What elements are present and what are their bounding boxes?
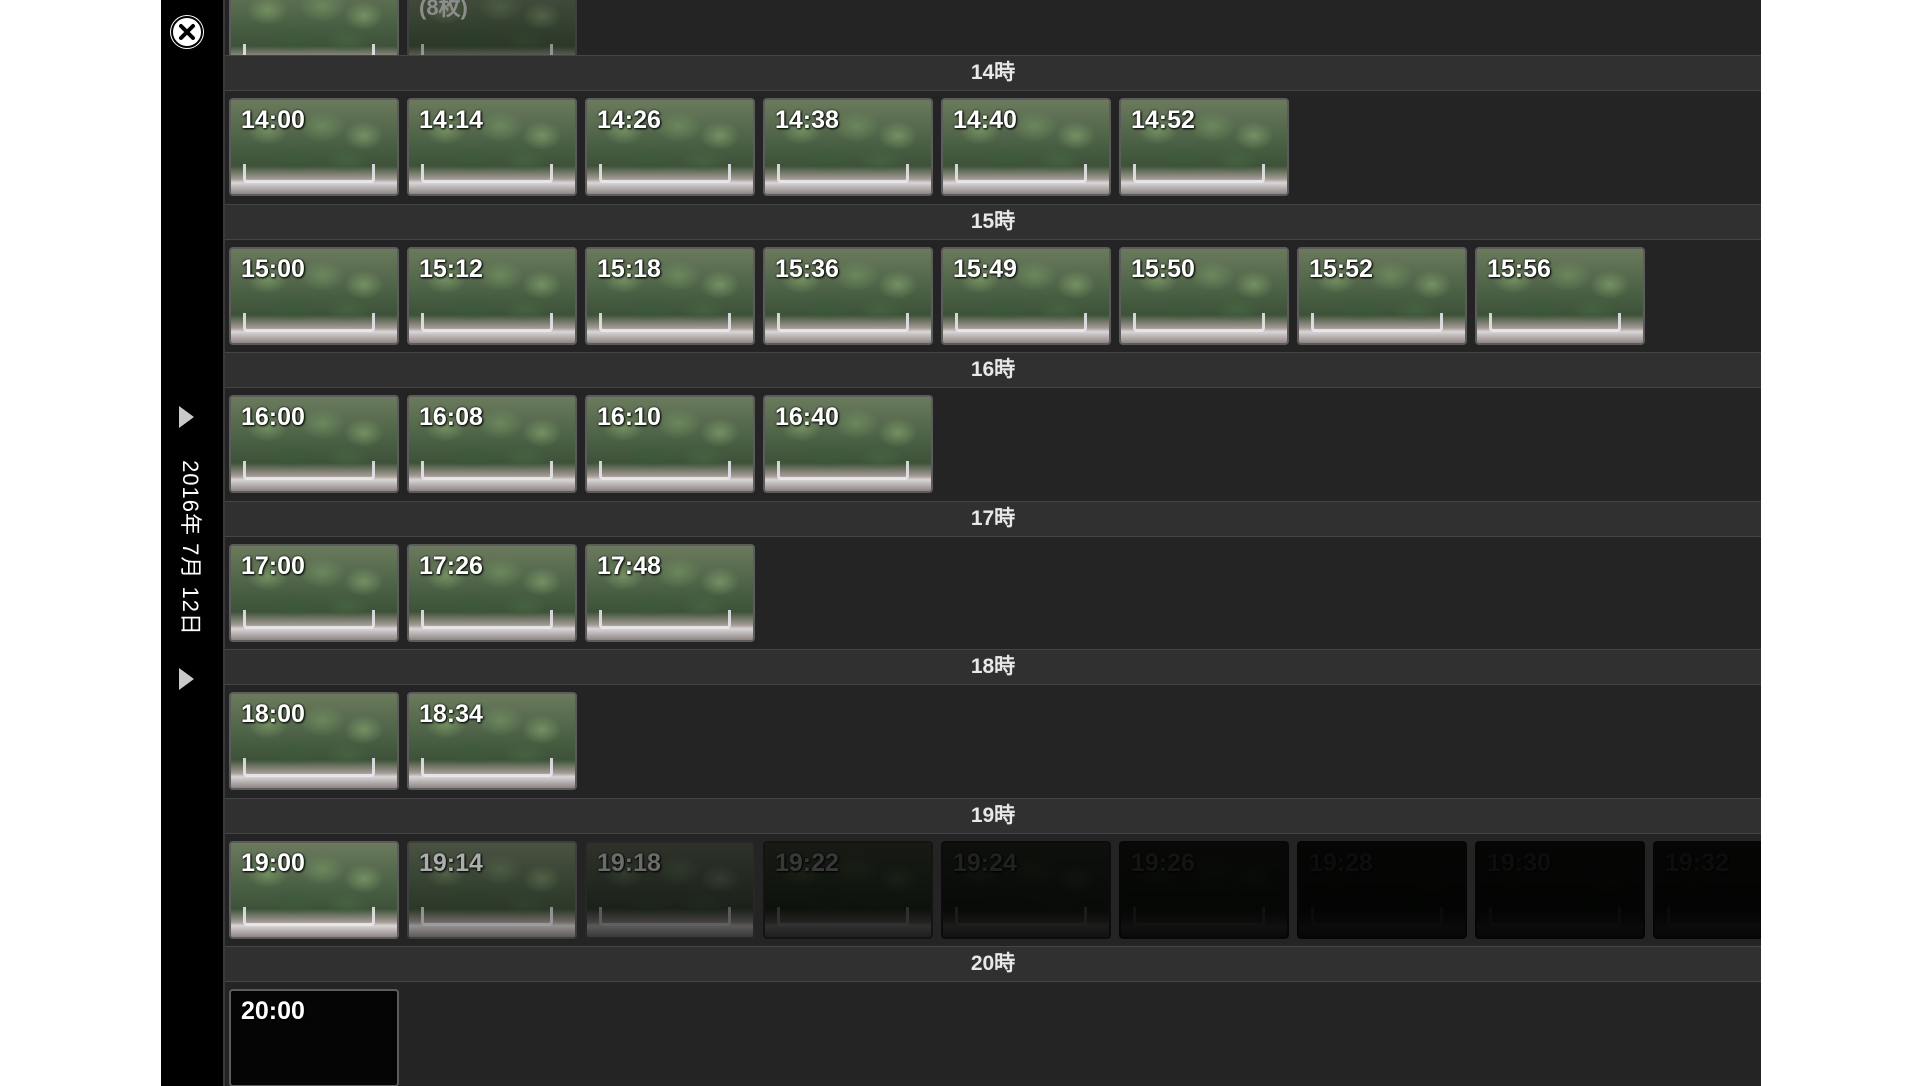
photo-time-label: 15:18 [597,255,661,283]
hour-header: 18時 [225,649,1761,685]
photo-thumbnail[interactable]: 15:50 [1119,247,1289,345]
photo-time-label: 19:32 [1665,849,1729,877]
photo-thumbnail[interactable]: 17:00 [229,544,399,642]
photo-thumbnail[interactable]: 14:38 [763,98,933,196]
photo-thumbnail[interactable]: 18:34 [407,692,577,790]
photo-time-label: 15:00 [241,255,305,283]
photo-time-label: 14:52 [1131,106,1195,134]
photo-thumbnail[interactable]: 17:48 [585,544,755,642]
sidebar: 2016年 7月 12日 [161,0,223,1086]
photo-thumbnail[interactable]: 14:52 [1119,98,1289,196]
photo-time-label: 15:56 [1487,255,1551,283]
photo-time-label: 17:00 [241,552,305,580]
hour-header: 19時 [225,798,1761,834]
photo-time-label: 14:40 [953,106,1017,134]
photo-thumbnail[interactable]: 18:00 [229,692,399,790]
photo-time-label: 20:00 [241,997,305,1025]
photo-time-label: 19:18 [597,849,661,877]
hour-header: 14時 [225,55,1761,91]
photo-thumbnail[interactable]: 19:14 [407,841,577,939]
photo-time-label: 14:00 [241,106,305,134]
photo-thumbnail[interactable]: 16:00 [229,395,399,493]
photo-thumbnail[interactable]: 19:18 [585,841,755,939]
photo-thumbnail[interactable]: 19:22 [763,841,933,939]
photo-thumbnail[interactable]: 15:49 [941,247,1111,345]
photo-time-label: 15:36 [775,255,839,283]
timeline-content[interactable]: (8枚) 14時 14:00 14:14 14:26 14:38 14:40 14:52 15… [223,0,1761,1086]
photo-time-label: 16:00 [241,403,305,431]
photo-time-label: 19:26 [1131,849,1195,877]
date-label: 2016年 7月 12日 [178,460,203,636]
close-button[interactable] [170,15,204,49]
photo-thumbnail[interactable]: 16:10 [585,395,755,493]
photo-time-label: 14:38 [775,106,839,134]
photo-time-label: 14:26 [597,106,661,134]
photo-time-label: 19:28 [1309,849,1373,877]
photo-thumbnail[interactable]: 15:12 [407,247,577,345]
hour-header: 15時 [225,204,1761,240]
more-count-label: (8枚) [419,0,468,20]
photo-thumbnail[interactable]: 19:24 [941,841,1111,939]
prev-day-arrow-icon[interactable] [179,406,194,428]
photo-time-label: 16:08 [419,403,483,431]
photo-thumbnail[interactable]: 14:40 [941,98,1111,196]
photo-thumbnail[interactable]: 15:00 [229,247,399,345]
photo-thumbnail[interactable]: 15:56 [1475,247,1645,345]
photo-time-label: 19:14 [419,849,483,877]
photo-thumbnail[interactable]: 20:00 [229,989,399,1086]
hour-header: 16時 [225,352,1761,388]
photo-timeline-app: 2016年 7月 12日 (8枚) 14時 14:00 14:14 14:26 14:3… [161,0,1761,1086]
hour-header: 20時 [225,946,1761,982]
photo-thumbnail[interactable]: 14:14 [407,98,577,196]
photo-time-label: 15:12 [419,255,483,283]
photo-time-label: 18:34 [419,700,483,728]
photo-thumbnail[interactable]: 15:36 [763,247,933,345]
photo-time-label: 16:40 [775,403,839,431]
next-day-arrow-icon[interactable] [179,668,194,690]
photo-time-label: 17:48 [597,552,661,580]
hour-header: 17時 [225,501,1761,537]
photo-time-label: 15:52 [1309,255,1373,283]
photo-thumbnail[interactable]: 16:08 [407,395,577,493]
photo-time-label: 15:49 [953,255,1017,283]
photo-thumbnail[interactable]: 15:52 [1297,247,1467,345]
photo-thumbnail[interactable]: 19:30 [1475,841,1645,939]
photo-time-label: 17:26 [419,552,483,580]
photo-time-label: 19:24 [953,849,1017,877]
photo-thumbnail[interactable]: 15:18 [585,247,755,345]
photo-time-label: 19:22 [775,849,839,877]
photo-time-label: 16:10 [597,403,661,431]
photo-thumbnail[interactable]: 14:26 [585,98,755,196]
photo-thumbnail[interactable]: 19:32 [1653,841,1761,939]
photo-time-label: 19:30 [1487,849,1551,877]
photo-thumbnail[interactable]: 14:00 [229,98,399,196]
photo-time-label: 18:00 [241,700,305,728]
photo-thumbnail[interactable]: 19:26 [1119,841,1289,939]
photo-thumbnail[interactable]: 16:40 [763,395,933,493]
photo-thumbnail[interactable]: 19:00 [229,841,399,939]
close-icon [171,16,203,48]
photo-thumbnail[interactable]: 17:26 [407,544,577,642]
photo-time-label: 19:00 [241,849,305,877]
photo-thumbnail[interactable]: 19:28 [1297,841,1467,939]
photo-time-label: 15:50 [1131,255,1195,283]
photo-time-label: 14:14 [419,106,483,134]
